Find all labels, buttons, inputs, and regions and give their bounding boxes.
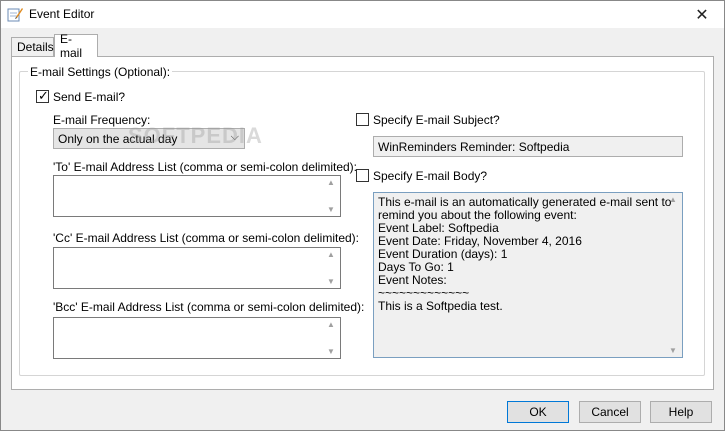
send-email-checkbox[interactable]: ✓: [36, 88, 49, 103]
close-button[interactable]: ✕: [680, 1, 724, 28]
to-list-label: 'To' E-mail Address List (comma or semi-…: [53, 160, 358, 174]
title-bar: Event Editor ✕: [1, 1, 724, 28]
email-subject-value: WinReminders Reminder: Softpedia: [378, 140, 570, 154]
email-body-text: This e-mail is an automatically generate…: [378, 196, 671, 313]
cc-address-textarea[interactable]: ▲ ▼: [53, 247, 341, 289]
help-button[interactable]: Help: [650, 401, 712, 423]
cc-scrollbar[interactable]: ▲ ▼: [323, 248, 340, 288]
scroll-up-icon[interactable]: ▲: [327, 250, 335, 259]
specify-body-label: Specify E-mail Body?: [373, 169, 488, 183]
tab-email-label: E-mail: [60, 32, 83, 60]
checkmark-icon: ✓: [38, 88, 49, 103]
help-button-label: Help: [668, 405, 694, 419]
email-frequency-select[interactable]: Only on the actual day ⌵: [53, 128, 245, 149]
chevron-down-icon: ⌵: [230, 131, 239, 143]
window-title: Event Editor: [29, 7, 95, 21]
specify-subject-checkbox[interactable]: [356, 113, 369, 126]
email-frequency-label: E-mail Frequency:: [53, 113, 151, 127]
scroll-up-icon[interactable]: ▲: [669, 195, 677, 204]
close-icon: ✕: [695, 6, 709, 24]
tab-email[interactable]: E-mail: [54, 32, 98, 60]
bcc-scrollbar[interactable]: ▲ ▼: [323, 318, 340, 358]
ok-button-label: OK: [529, 405, 547, 419]
bcc-address-textarea[interactable]: ▲ ▼: [53, 317, 341, 359]
send-email-label: Send E-mail?: [53, 90, 126, 104]
email-frequency-value: Only on the actual day: [58, 132, 178, 146]
scroll-down-icon[interactable]: ▼: [669, 346, 677, 355]
scroll-down-icon[interactable]: ▼: [327, 277, 335, 286]
cancel-button-label: Cancel: [591, 405, 629, 419]
email-body-line: This is a Softpedia test.: [378, 299, 503, 313]
email-subject-input[interactable]: WinReminders Reminder: Softpedia: [373, 136, 683, 157]
tab-details-label: Details: [17, 40, 54, 54]
bcc-list-label: 'Bcc' E-mail Address List (comma or semi…: [53, 300, 365, 314]
cancel-button[interactable]: Cancel: [579, 401, 641, 423]
pencil-note-icon: [7, 8, 23, 22]
scroll-down-icon[interactable]: ▼: [327, 205, 335, 214]
to-address-textarea[interactable]: ▲ ▼: [53, 175, 341, 217]
specify-subject-label: Specify E-mail Subject?: [373, 113, 500, 127]
tab-details[interactable]: Details: [11, 37, 54, 56]
scroll-down-icon[interactable]: ▼: [327, 347, 335, 356]
specify-body-checkbox[interactable]: [356, 169, 369, 182]
scroll-up-icon[interactable]: ▲: [327, 178, 335, 187]
body-scrollbar[interactable]: ▲ ▼: [665, 193, 682, 357]
scroll-up-icon[interactable]: ▲: [327, 320, 335, 329]
email-body-textarea[interactable]: This e-mail is an automatically generate…: [373, 192, 683, 358]
ok-button[interactable]: OK: [507, 401, 569, 423]
cc-list-label: 'Cc' E-mail Address List (comma or semi-…: [53, 231, 359, 245]
email-settings-group-label: E-mail Settings (Optional):: [28, 65, 173, 79]
to-scrollbar[interactable]: ▲ ▼: [323, 176, 340, 216]
